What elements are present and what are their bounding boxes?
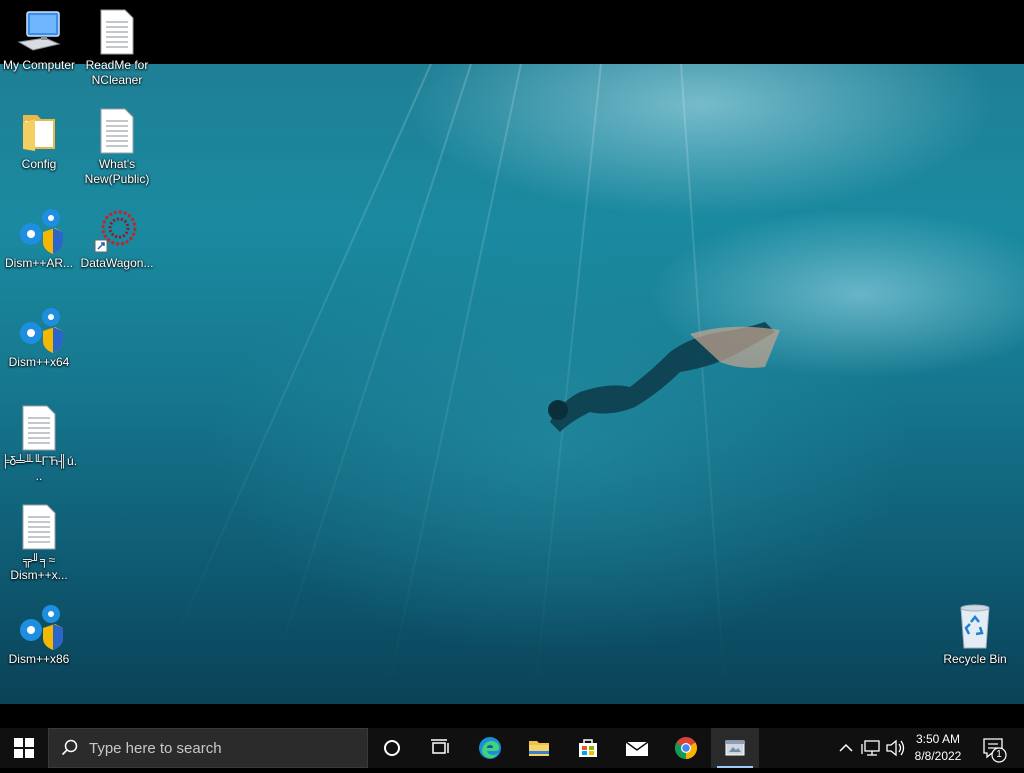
desktop-icon-garbled-file-1[interactable]: ╞δ╧╨╙ΓЋ╢ú... — [0, 404, 78, 484]
desktop-icon-dism-ar[interactable]: Dism++AR... — [0, 206, 78, 271]
mail-icon — [625, 741, 649, 756]
desktop-icon-datawagon[interactable]: DataWagon... — [78, 206, 156, 271]
network-button[interactable] — [860, 728, 882, 768]
volume-button[interactable] — [884, 728, 906, 768]
computer-icon — [15, 8, 63, 56]
desktop-icon-garbled-file-2[interactable]: ╦╜╕≈ Dism++x... — [0, 503, 78, 583]
network-icon — [861, 740, 880, 756]
chevron-up-icon — [839, 743, 853, 752]
taskbar: Type here to search 3:50 AM 8/8/2022 1 — [0, 728, 1024, 768]
windows-logo-icon — [14, 738, 34, 758]
speaker-icon — [886, 739, 905, 757]
action-center-button[interactable]: 1 — [978, 728, 1014, 768]
cortana-icon — [384, 740, 400, 756]
diver-image — [548, 322, 780, 432]
text-file-icon — [93, 107, 141, 155]
recycle-bin-icon — [951, 602, 999, 650]
store-icon — [579, 739, 597, 757]
taskbar-app-active[interactable] — [711, 728, 759, 768]
notification-icon — [983, 738, 1007, 763]
show-hidden-icons-button[interactable] — [836, 728, 856, 768]
gear-shield-icon — [15, 602, 63, 650]
notification-badge: 1 — [996, 749, 1002, 760]
task-view-button[interactable] — [416, 728, 464, 768]
chrome-icon — [675, 737, 697, 759]
taskbar-app-mail[interactable] — [613, 728, 661, 768]
start-button[interactable] — [0, 728, 48, 768]
gear-shield-icon — [15, 305, 63, 353]
text-file-icon — [93, 8, 141, 56]
desktop-icon-whats-new[interactable]: What's New(Public) — [78, 107, 156, 187]
taskbar-app-edge[interactable] — [466, 728, 514, 768]
text-file-icon — [15, 503, 63, 551]
folder-icon — [15, 107, 63, 155]
edge-icon — [479, 737, 501, 759]
folder-icon — [529, 741, 549, 756]
search-placeholder: Type here to search — [89, 740, 222, 757]
desktop-icon-my-computer[interactable]: My Computer — [0, 8, 78, 73]
taskbar-app-store[interactable] — [564, 728, 612, 768]
desktop-icon-recycle-bin[interactable]: Recycle Bin — [936, 602, 1014, 667]
taskbar-app-chrome[interactable] — [662, 728, 710, 768]
desktop-icon-config[interactable]: Config — [0, 107, 78, 172]
cortana-button[interactable] — [368, 728, 416, 768]
text-file-icon — [15, 404, 63, 452]
taskbar-app-file-explorer[interactable] — [515, 728, 563, 768]
search-icon — [61, 739, 78, 756]
desktop-icon-dism-x64[interactable]: Dism++x64 — [0, 305, 78, 370]
gear-shield-icon — [15, 206, 63, 254]
desktop-icon-readme[interactable]: ReadMe for NCleaner — [78, 8, 156, 88]
clock-time: 3:50 AM — [915, 732, 961, 746]
search-box[interactable]: Type here to search — [48, 728, 368, 768]
app-window-icon — [725, 740, 745, 756]
task-view-icon — [431, 739, 449, 754]
desktop-icon-dism-x86[interactable]: Dism++x86 — [0, 602, 78, 667]
clock-date: 8/8/2022 — [914, 749, 962, 763]
datawagon-icon — [93, 206, 141, 254]
clock[interactable]: 3:50 AM 8/8/2022 — [906, 731, 970, 765]
